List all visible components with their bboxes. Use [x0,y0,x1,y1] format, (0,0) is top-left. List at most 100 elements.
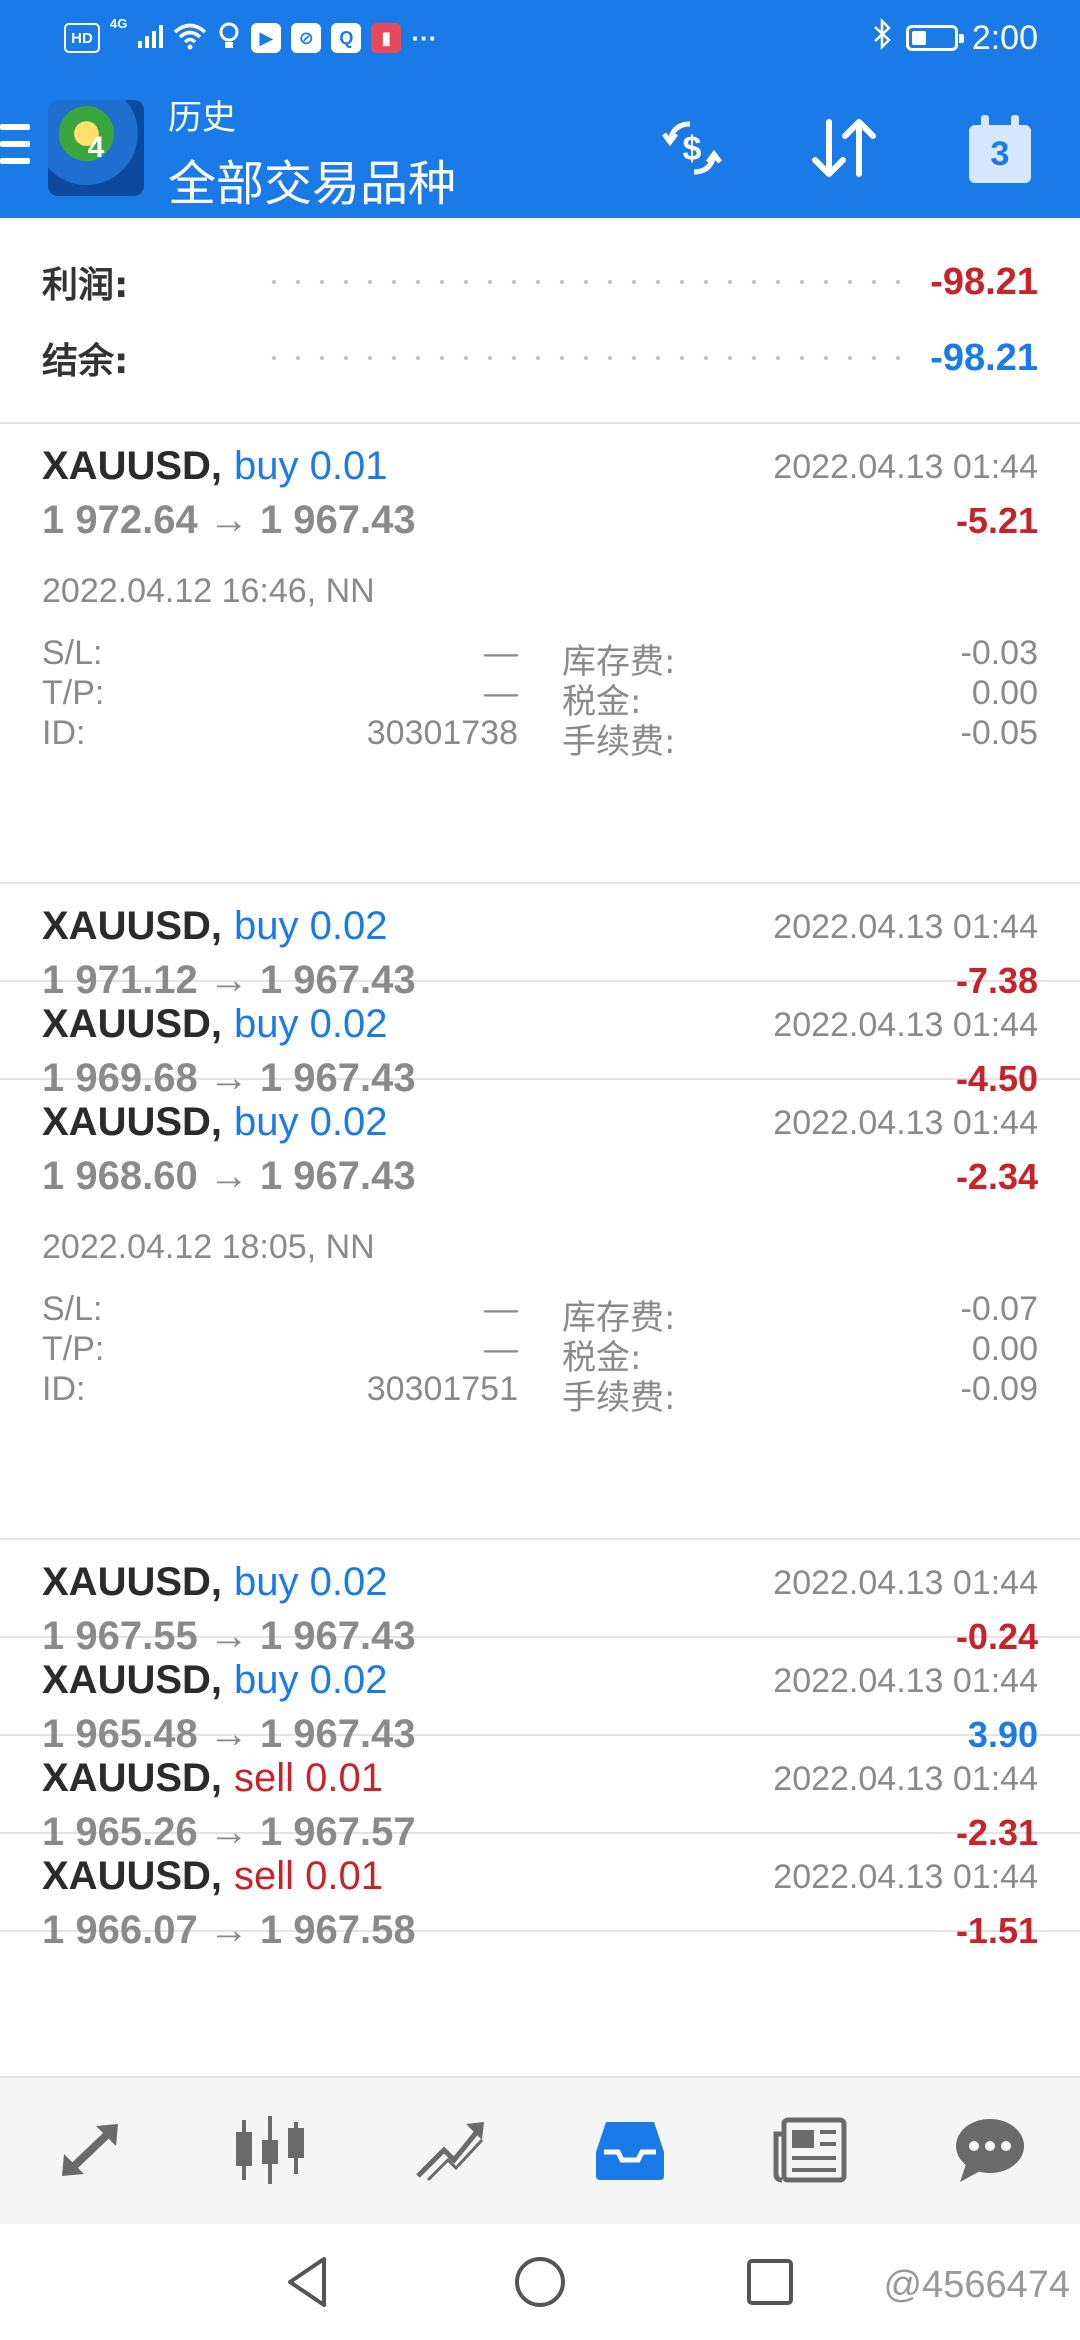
sort-arrows-icon [809,116,879,185]
trade-side: buy 0.02 [234,904,388,948]
calendar-day: 3 [990,134,1010,173]
chat-icon [950,2114,1030,2191]
status-bar: HD 4G ▶ ⊘ Q ▮ ··· 2:00 [0,0,1080,76]
trade-profit: -2.34 [955,1156,1038,1197]
profit-value: -98.21 [930,260,1038,303]
trade-row[interactable]: XAUUSD, buy 0.02 2022.04.13 01:44 1 971.12 … [0,884,1080,1002]
nav-chat[interactable] [900,2078,1080,2226]
bottom-navigation [0,2076,1080,2226]
battery-level [911,31,926,45]
book-app-icon: ▮ [371,23,402,53]
nav-quotes[interactable] [0,2078,180,2226]
clock: 2:00 [971,18,1038,57]
trade-close-time: 2022.04.13 01:44 [773,1006,1038,1044]
nav-history[interactable] [540,2078,720,2226]
trend-icon [410,2114,490,2191]
nav-news[interactable] [720,2078,900,2226]
tax-value: 0.00 [971,674,1038,712]
battery-icon [905,25,964,51]
svg-text:$: $ [683,130,702,168]
trade-profit: -5.21 [955,500,1038,541]
recents-button[interactable] [740,2254,800,2314]
trade-side: buy 0.02 [234,1100,388,1144]
hd-badge: HD [64,23,100,53]
trade-close-time: 2022.04.13 01:44 [773,1564,1038,1602]
back-button[interactable] [278,2254,338,2314]
status-right: 2:00 [872,14,1038,62]
home-button[interactable] [510,2254,570,2314]
sl-value: — [484,1290,518,1328]
page-title: 历史 [168,98,236,138]
trade-symbol: XAUUSD, [42,904,223,948]
currency-swap-icon: $ [660,116,724,185]
trade-side: sell 0.01 [234,1756,383,1800]
sort-button[interactable] [796,102,892,198]
trade-row[interactable]: XAUUSD, sell 0.01 2022.04.13 01:44 1 966.07… [0,1834,1080,1952]
network-badge: 4G [110,16,128,31]
wifi-icon [173,22,207,55]
detail-row-sl: S/L: — 库存费: -0.03 [42,634,1039,682]
dotted-leader [262,280,903,284]
swap-value: -0.07 [960,1290,1039,1328]
news-icon [770,2114,850,2191]
trade-side: buy 0.02 [234,1658,388,1702]
trade-symbol: XAUUSD, [42,1002,223,1046]
trade-side: buy 0.02 [234,1002,388,1046]
nav-chart[interactable] [180,2078,360,2226]
tp-value: — [484,1330,518,1368]
trade-row[interactable]: XAUUSD, buy 0.02 2022.04.13 01:44 1 967.55 … [0,1540,1080,1658]
quotes-icon [50,2118,130,2187]
commission-label: 手续费: [562,1378,676,1418]
trade-close-time: 2022.04.13 01:44 [773,1760,1038,1798]
nav-trade[interactable] [360,2078,540,2226]
trade-symbol: XAUUSD, [42,1560,223,1604]
balance-label: 结余: [42,341,129,382]
menu-icon[interactable] [0,124,30,164]
deposit-filter-button[interactable]: $ [644,102,740,198]
trade-close-time: 2022.04.13 01:44 [773,1662,1038,1700]
balance-value: -98.21 [930,336,1038,379]
dotted-leader [262,356,903,360]
commission-value: -0.09 [960,1370,1039,1408]
swap-value: -0.03 [960,634,1039,672]
trade-symbol: XAUUSD, [42,444,223,488]
period-button[interactable]: 3 [952,102,1048,198]
id-value: 30301751 [366,1370,518,1408]
trade-row[interactable]: XAUUSD, buy 0.02 2022.04.13 01:44 1 968.60 … [0,1080,1080,1540]
trade-close-time: 2022.04.13 01:44 [773,908,1038,946]
bulb-icon [217,22,241,55]
trade-symbol: XAUUSD, [42,1658,223,1702]
trade-prices: 1 966.07 → 1 967.58 [42,1908,416,1952]
signal-icon [137,23,164,54]
sl-label: S/L: [42,634,103,672]
trade-row[interactable]: XAUUSD, sell 0.01 2022.04.13 01:44 1 965.26… [0,1736,1080,1854]
trade-symbol: XAUUSD, [42,1854,223,1898]
trade-symbol: XAUUSD, [42,1100,223,1144]
trade-symbol: XAUUSD, [42,1756,223,1800]
status-left: HD 4G ▶ ⊘ Q ▮ ··· [64,16,437,60]
back-triangle-icon [284,2255,332,2314]
detail-row-id: ID: 30301738 手续费: -0.05 [42,714,1039,762]
inbox-icon [590,2114,670,2191]
detail-row-sl: S/L: — 库存费: -0.07 [42,1290,1039,1338]
trade-row[interactable]: XAUUSD, buy 0.02 2022.04.13 01:44 1 965.48 … [0,1638,1080,1756]
recents-square-icon [745,2257,795,2312]
summary-panel: 利润: -98.21 结余: -98.21 [0,218,1080,424]
trade-side: sell 0.01 [234,1854,383,1898]
detail-row-tp: T/P: — 税金: 0.00 [42,674,1038,722]
id-label: ID: [42,714,86,752]
trade-prices: 1 968.60 → 1 967.43 [42,1154,416,1198]
app-logo[interactable]: 4 [48,100,144,196]
more-notifications-icon: ··· [411,22,438,53]
system-navigation-bar: @4566474 [0,2224,1080,2340]
trade-row[interactable]: XAUUSD, buy 0.01 2022.04.13 01:44 1 972.64 … [0,424,1080,884]
trade-close-time: 2022.04.13 01:44 [773,448,1038,486]
trade-history-list: XAUUSD, buy 0.01 2022.04.13 01:44 1 972.64 … [0,424,1080,1952]
trade-row[interactable]: XAUUSD, buy 0.02 2022.04.13 01:44 1 969.68 … [0,982,1080,1100]
sl-label: S/L: [42,1290,103,1328]
tax-value: 0.00 [971,1330,1038,1368]
bluetooth-icon [872,17,892,59]
symbol-filter[interactable]: 全部交易品种 [168,144,456,214]
commission-value: -0.05 [960,714,1039,752]
profit-label: 利润: [42,265,129,306]
